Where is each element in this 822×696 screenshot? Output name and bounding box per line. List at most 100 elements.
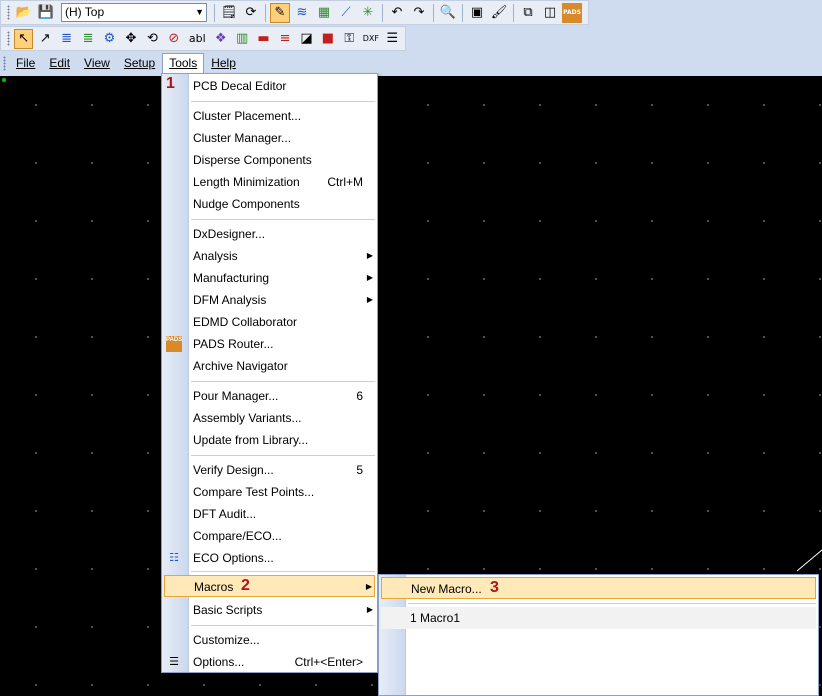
- menu-item-dfm-analysis[interactable]: DFM Analysis ▶: [164, 289, 375, 311]
- menu-help-label: Help: [211, 56, 236, 70]
- menu-item-eco-options[interactable]: ☷ ECO Options...: [164, 547, 375, 569]
- menu-file[interactable]: File: [9, 53, 42, 73]
- window-icon[interactable]: ⧉: [518, 3, 538, 23]
- board-icon[interactable]: ≡: [275, 29, 294, 49]
- menu-item-cluster-placement[interactable]: Cluster Placement...: [164, 105, 375, 127]
- menu-item-shortcut: 6: [356, 389, 363, 403]
- menu-edit[interactable]: Edit: [42, 53, 77, 73]
- select-icon[interactable]: ↖: [13, 28, 34, 49]
- menu-item-analysis[interactable]: Analysis ▶: [164, 245, 375, 267]
- submenu-arrow-icon: ▶: [366, 295, 373, 304]
- menu-item-macro1[interactable]: 1 Macro1: [381, 607, 816, 629]
- pads-icon: PADS: [166, 336, 182, 352]
- menu-item-label: DxDesigner...: [193, 227, 266, 241]
- toolbar-separator: [382, 3, 383, 22]
- undo-icon[interactable]: ↶: [387, 3, 407, 23]
- menu-item-label: Archive Navigator: [193, 359, 288, 373]
- open-icon[interactable]: 📂: [14, 3, 34, 23]
- route-icon[interactable]: ⟋: [336, 3, 356, 23]
- refresh-icon[interactable]: ⟳: [241, 3, 261, 23]
- menu-separator: [191, 101, 375, 102]
- menu-item-label: PADS Router...: [193, 337, 274, 351]
- menu-setup[interactable]: Setup: [117, 53, 162, 73]
- list-icon[interactable]: ☰: [383, 29, 402, 49]
- attr-icon[interactable]: ❖: [211, 29, 230, 49]
- menu-item-compare-eco[interactable]: Compare/ECO...: [164, 525, 375, 547]
- menu-item-disperse-components[interactable]: Disperse Components: [164, 149, 375, 171]
- layer-icon-2[interactable]: ≣: [78, 29, 97, 49]
- menu-item-label: Cluster Manager...: [193, 131, 292, 145]
- toolbar-grip[interactable]: [7, 31, 10, 46]
- menu-item-cluster-manager[interactable]: Cluster Manager...: [164, 127, 375, 149]
- menu-view[interactable]: View: [77, 53, 117, 73]
- redraw-icon[interactable]: ✎: [270, 2, 290, 23]
- menu-item-verify-design[interactable]: Verify Design... 5: [164, 459, 375, 481]
- annotation-badge-3: 3: [490, 579, 499, 596]
- menu-item-label: Update from Library...: [193, 433, 309, 447]
- menu-item-macros[interactable]: Macros 2 ▶: [164, 575, 375, 597]
- menu-item-update-from-library[interactable]: Update from Library...: [164, 429, 375, 451]
- menu-item-dft-audit[interactable]: DFT Audit...: [164, 503, 375, 525]
- menu-help[interactable]: Help: [204, 53, 243, 73]
- menu-item-options[interactable]: ☰ Options... Ctrl+<Enter>: [164, 651, 375, 673]
- menu-item-label: Verify Design...: [193, 463, 274, 477]
- toolbar-separator: [433, 3, 434, 22]
- part-icon[interactable]: ⚙: [100, 29, 119, 49]
- menu-tools[interactable]: Tools: [162, 53, 205, 73]
- menu-item-customize[interactable]: Customize...: [164, 629, 375, 651]
- cut-icon[interactable]: ▬: [254, 29, 273, 49]
- brush-icon[interactable]: 🖌: [489, 3, 509, 23]
- layer-select-value: (H) Top: [65, 5, 105, 19]
- menu-item-archive-navigator[interactable]: Archive Navigator: [164, 355, 375, 377]
- menu-item-basic-scripts[interactable]: Basic Scripts ▶: [164, 599, 375, 621]
- menu-item-label: Assembly Variants...: [193, 411, 302, 425]
- save-icon[interactable]: 💾: [36, 3, 56, 23]
- menu-item-label: New Macro...: [411, 582, 482, 596]
- panel-icon[interactable]: ◫: [540, 3, 560, 23]
- menu-item-new-macro[interactable]: New Macro... 3: [381, 577, 816, 599]
- standard-toolbar: 📂 💾 (H) Top ▼ 🗒 ⟳ ✎ ≋ ▦ ⟋ ✳ ↶ ↷ 🔍 ▣ 🖌 ⧉ …: [0, 0, 589, 25]
- menu-item-pcb-decal-editor[interactable]: PCB Decal Editor: [164, 75, 375, 97]
- menu-edit-label: Edit: [49, 56, 71, 70]
- menu-item-nudge-components[interactable]: Nudge Components: [164, 193, 375, 215]
- menu-item-compare-test-points[interactable]: Compare Test Points...: [164, 481, 375, 503]
- menu-separator: [191, 455, 375, 456]
- redo-icon[interactable]: ↷: [409, 3, 429, 23]
- menu-item-assembly-variants[interactable]: Assembly Variants...: [164, 407, 375, 429]
- board-outline-segment: [796, 549, 822, 572]
- menu-view-label: View: [84, 56, 110, 70]
- menubar-grip[interactable]: [3, 55, 6, 71]
- component-icon[interactable]: ⚿: [340, 29, 359, 49]
- menu-item-label: Cluster Placement...: [193, 109, 302, 123]
- drill-icon[interactable]: ◪: [297, 29, 316, 49]
- menu-item-label: Options...: [193, 655, 245, 669]
- pick-icon[interactable]: ↗: [35, 29, 54, 49]
- toolbar-grip[interactable]: [7, 5, 10, 20]
- pour-icon[interactable]: ≋: [292, 3, 312, 23]
- book-icon[interactable]: ▥: [232, 29, 251, 49]
- tools-dropdown-menu: 1 PCB Decal Editor Cluster Placement... …: [161, 73, 378, 673]
- menu-item-pads-router[interactable]: PADS PADS Router...: [164, 333, 375, 355]
- flood-icon[interactable]: ✳: [358, 3, 378, 23]
- rotate-icon[interactable]: ⟲: [143, 29, 162, 49]
- origin-marker: [2, 78, 6, 82]
- plane-icon[interactable]: ▦: [314, 3, 334, 23]
- submenu-arrow-icon: ▶: [366, 605, 373, 614]
- layer-select[interactable]: (H) Top ▼: [61, 3, 207, 22]
- view-icon[interactable]: ▣: [467, 3, 487, 23]
- menu-item-label: Analysis: [193, 249, 238, 263]
- properties-icon[interactable]: 🗒: [219, 3, 239, 23]
- menu-item-length-minimization[interactable]: Length Minimization Ctrl+M: [164, 171, 375, 193]
- move-icon[interactable]: ✥: [121, 29, 140, 49]
- menu-item-dxdesigner[interactable]: DxDesigner...: [164, 223, 375, 245]
- color-icon[interactable]: ■: [318, 29, 337, 49]
- pads-icon[interactable]: PADS: [562, 2, 582, 23]
- layer-icon[interactable]: ≣: [57, 29, 76, 49]
- menu-item-pour-manager[interactable]: Pour Manager... 6: [164, 385, 375, 407]
- zoom-icon[interactable]: 🔍: [438, 3, 458, 23]
- dxf-icon[interactable]: DXF: [361, 29, 380, 49]
- menu-item-manufacturing[interactable]: Manufacturing ▶: [164, 267, 375, 289]
- text-icon[interactable]: abl: [186, 29, 209, 49]
- menu-item-edmd-collaborator[interactable]: EDMD Collaborator: [164, 311, 375, 333]
- nodrc-icon[interactable]: ⊘: [164, 29, 183, 49]
